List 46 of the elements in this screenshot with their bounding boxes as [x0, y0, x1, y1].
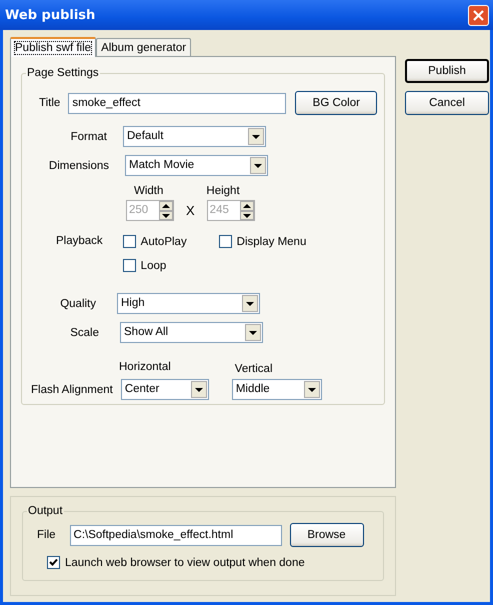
field-label: Width: [134, 185, 164, 197]
dropdown[interactable]: High: [117, 293, 260, 314]
checkbox[interactable]: [122, 235, 136, 248]
field-label: Title: [39, 97, 60, 109]
dropdown-arrow-button[interactable]: [242, 295, 258, 312]
dropdown[interactable]: Middle: [232, 379, 322, 400]
dropdown[interactable]: Center: [120, 379, 209, 400]
text-field[interactable]: C:\Softpedia\smoke_effect.html: [70, 524, 282, 546]
field-label: Flash Alignment: [31, 384, 113, 396]
dropdown-arrow-button[interactable]: [304, 381, 320, 398]
checkbox[interactable]: [218, 235, 232, 248]
text-field[interactable]: smoke_effect: [68, 92, 286, 114]
dropdown-arrow-button[interactable]: [250, 157, 266, 174]
close-button[interactable]: [468, 4, 489, 26]
field-label: Height: [206, 185, 240, 197]
browse-button[interactable]: Browse: [290, 523, 364, 547]
checkbox-label: Loop: [140, 260, 166, 272]
checkbox-label: Display Menu: [236, 236, 306, 248]
field-label: Scale: [69, 326, 99, 338]
bg-color-button[interactable]: BG Color: [295, 91, 378, 115]
dropdown-arrow-button[interactable]: [248, 128, 264, 145]
dropdown[interactable]: Show All: [120, 322, 263, 343]
tab[interactable]: Album generator: [96, 38, 192, 56]
field-label: Horizontal: [119, 361, 171, 373]
checkbox[interactable]: [47, 556, 60, 569]
window-title: Web publish: [5, 8, 96, 22]
field-label: Dimensions: [48, 160, 109, 172]
group-label: Page Settings: [26, 67, 100, 79]
close-icon: [472, 8, 485, 22]
tab[interactable]: Publish swf file: [10, 37, 96, 57]
times-sign: X: [186, 203, 195, 218]
field-label: File: [37, 529, 56, 541]
dropdown-arrow-button[interactable]: [190, 381, 207, 398]
checkbox-label: Launch web browser to view output when done: [65, 556, 305, 568]
field-label: Playback: [56, 235, 103, 247]
checkbox[interactable]: [122, 259, 136, 272]
field-label: Format: [70, 130, 107, 142]
checkbox-label: AutoPlay: [140, 236, 187, 248]
dropdown-arrow-button[interactable]: [245, 324, 261, 341]
dialog-button[interactable]: Publish: [405, 59, 489, 83]
field-label: Vertical: [234, 363, 272, 375]
group-label: Output: [27, 505, 64, 517]
field-label: Quality: [59, 298, 96, 310]
dropdown[interactable]: Match Movie: [125, 155, 268, 176]
dialog-button[interactable]: Cancel: [405, 91, 489, 115]
dropdown[interactable]: Default: [123, 126, 266, 147]
